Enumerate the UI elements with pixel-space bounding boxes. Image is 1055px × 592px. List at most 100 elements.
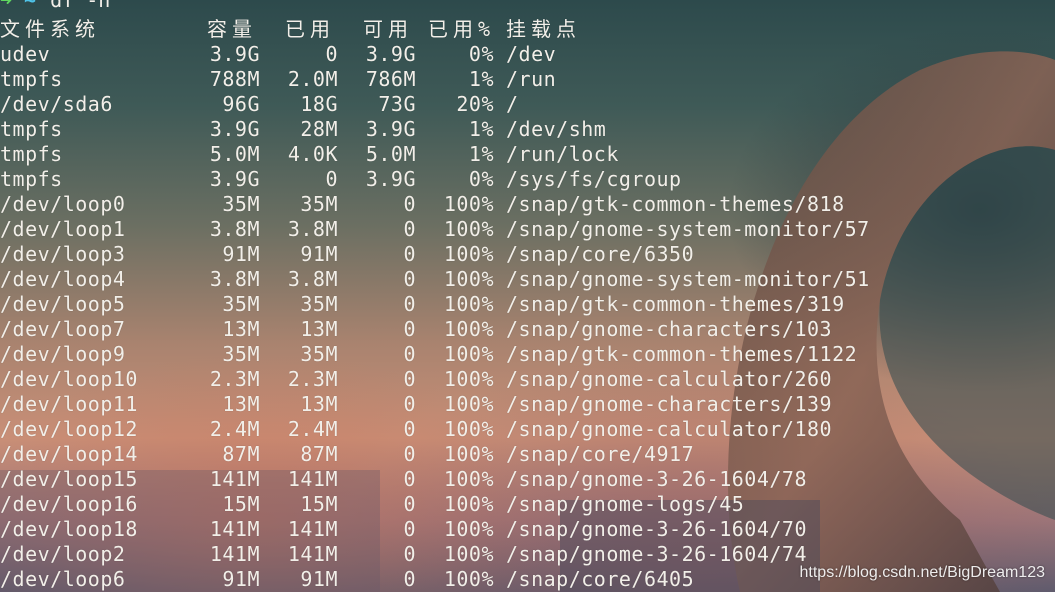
cell-use-pct: 100% (443, 317, 494, 341)
cell-avail: 5.0M (365, 142, 416, 166)
cell-used: 13M (300, 392, 338, 416)
prompt-directory: ~ (24, 0, 37, 12)
cell-filesystem: tmpfs (0, 167, 63, 191)
cell-size: 87M (222, 442, 260, 466)
cell-avail: 3.9G (365, 117, 416, 141)
cell-avail: 0 (403, 342, 416, 366)
cell-size: 3.9G (209, 42, 260, 66)
cell-use-pct: 0% (468, 42, 494, 66)
cell-avail: 0 (403, 267, 416, 291)
cell-use-pct: 100% (443, 292, 494, 316)
cell-avail: 786M (365, 67, 416, 91)
cell-mount: /snap/gtk-common-themes/319 (506, 292, 845, 316)
df-row: tmpfs 788M 2.0M 786M 1% /run (0, 67, 1055, 92)
cell-avail: 0 (403, 392, 416, 416)
cell-avail: 0 (403, 442, 416, 466)
cell-use-pct: 100% (443, 467, 494, 491)
cell-mount: /snap/core/6350 (506, 242, 695, 266)
header-used: 已用 (285, 17, 335, 41)
cell-mount: /snap/gnome-calculator/260 (506, 367, 833, 391)
cell-size: 91M (222, 567, 260, 591)
cell-size: 3.9G (209, 167, 260, 191)
cell-used: 35M (300, 292, 338, 316)
df-row: tmpfs 3.9G 0 3.9G 0% /sys/fs/cgroup (0, 167, 1055, 192)
cell-avail: 0 (403, 492, 416, 516)
cell-filesystem: /dev/loop3 (0, 242, 126, 266)
cell-used: 13M (300, 317, 338, 341)
cell-mount: /sys/fs/cgroup (506, 167, 682, 191)
cell-use-pct: 100% (443, 442, 494, 466)
cell-filesystem: /dev/loop11 (0, 392, 138, 416)
cell-use-pct: 100% (443, 242, 494, 266)
cell-mount: /snap/gnome-characters/139 (506, 392, 833, 416)
cell-use-pct: 100% (443, 192, 494, 216)
cell-mount: /run/lock (506, 142, 619, 166)
cell-filesystem: tmpfs (0, 67, 63, 91)
cell-size: 3.8M (209, 217, 260, 241)
cell-avail: 3.9G (365, 42, 416, 66)
header-mount: 挂载点 (506, 17, 581, 41)
cell-filesystem: /dev/loop2 (0, 542, 126, 566)
cell-used: 2.4M (287, 417, 338, 441)
cell-mount: /snap/gtk-common-themes/818 (506, 192, 845, 216)
cell-used: 2.0M (287, 67, 338, 91)
cell-mount: /snap/gnome-3-26-1604/70 (506, 517, 807, 541)
cell-avail: 3.9G (365, 167, 416, 191)
cell-size: 3.8M (209, 267, 260, 291)
cell-mount: /snap/gnome-system-monitor/57 (506, 217, 870, 241)
cell-use-pct: 100% (443, 217, 494, 241)
cell-filesystem: tmpfs (0, 142, 63, 166)
cell-filesystem: tmpfs (0, 117, 63, 141)
header-use-pct: 已用% (428, 17, 496, 41)
prompt-arrow-icon: ➜ (0, 0, 13, 12)
cell-used: 2.3M (287, 367, 338, 391)
df-row: /dev/loop18 141M 141M 0 100% /snap/gnome-3-26… (0, 517, 1055, 542)
df-row: /dev/loop16 15M 15M 0 100% /snap/gnome-logs/4… (0, 492, 1055, 517)
df-row: /dev/loop4 3.8M 3.8M 0 100% /snap/gnome-syste… (0, 267, 1055, 292)
cell-size: 35M (222, 342, 260, 366)
cell-size: 5.0M (209, 142, 260, 166)
header-filesystem: 文件系统 (0, 17, 100, 41)
cell-mount: / (506, 92, 519, 116)
cell-mount: /dev/shm (506, 117, 607, 141)
cell-use-pct: 100% (443, 267, 494, 291)
cell-use-pct: 0% (468, 167, 494, 191)
cell-used: 141M (287, 517, 338, 541)
cell-mount: /snap/gnome-characters/103 (506, 317, 833, 341)
cell-avail: 0 (403, 217, 416, 241)
watermark-text: https://blog.csdn.net/BigDream123 (799, 564, 1045, 581)
cell-used: 3.8M (287, 217, 338, 241)
df-row: /dev/loop14 87M 87M 0 100% /snap/core/4917 (0, 442, 1055, 467)
cell-size: 788M (209, 67, 260, 91)
cell-filesystem: /dev/loop1 (0, 217, 126, 241)
cell-filesystem: /dev/loop15 (0, 467, 138, 491)
df-row: tmpfs 5.0M 4.0K 5.0M 1% /run/lock (0, 142, 1055, 167)
cell-filesystem: /dev/loop10 (0, 367, 138, 391)
terminal-output: ➜ ~ df -h 文件系统 容量 已用 可用 已用% 挂载点 udev 3.9G 0 3… (0, 0, 1055, 592)
cell-avail: 0 (403, 567, 416, 591)
cell-size: 13M (222, 317, 260, 341)
cell-avail: 0 (403, 192, 416, 216)
df-row: /dev/loop7 13M 13M 0 100% /snap/gnome-charact… (0, 317, 1055, 342)
cell-used: 141M (287, 542, 338, 566)
cell-size: 141M (209, 467, 260, 491)
cell-used: 91M (300, 242, 338, 266)
cell-used: 87M (300, 442, 338, 466)
cell-use-pct: 100% (443, 367, 494, 391)
cell-filesystem: /dev/loop7 (0, 317, 126, 341)
cell-mount: /snap/gnome-3-26-1604/74 (506, 542, 807, 566)
cell-mount: /snap/core/4917 (506, 442, 695, 466)
cell-used: 15M (300, 492, 338, 516)
df-row: /dev/loop3 91M 91M 0 100% /snap/core/6350 (0, 242, 1055, 267)
cell-used: 4.0K (287, 142, 338, 166)
cell-filesystem: /dev/loop14 (0, 442, 138, 466)
cell-size: 2.3M (209, 367, 260, 391)
cell-size: 13M (222, 392, 260, 416)
cell-used: 35M (300, 192, 338, 216)
shell-prompt: ➜ ~ df -h (0, 0, 110, 13)
cell-use-pct: 100% (443, 492, 494, 516)
cell-use-pct: 100% (443, 517, 494, 541)
cell-use-pct: 1% (468, 142, 494, 166)
df-row: /dev/loop9 35M 35M 0 100% /snap/gtk-common-th… (0, 342, 1055, 367)
cell-size: 96G (222, 92, 260, 116)
